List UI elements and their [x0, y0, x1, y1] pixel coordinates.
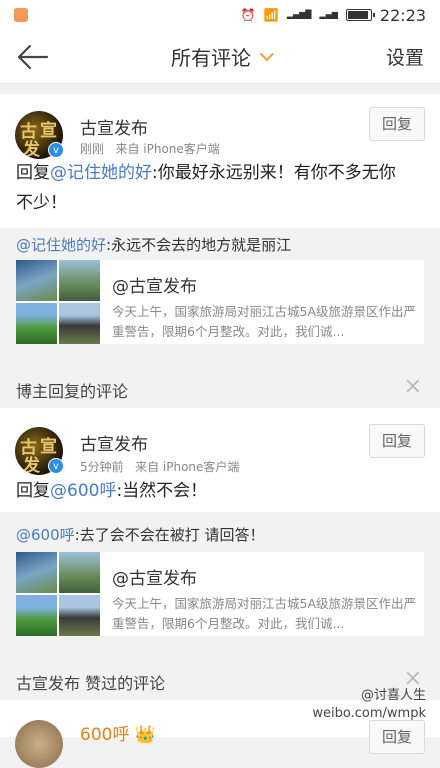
avatar[interactable]	[15, 720, 63, 768]
comment-text: 回复@600呼:当然不会！	[16, 476, 426, 506]
clock: 22:23	[380, 6, 426, 25]
comment-source: 来自 iPhone客户端	[135, 460, 239, 474]
reply-button[interactable]: 回复	[369, 720, 425, 754]
embed-title: @古宣发布	[112, 564, 197, 589]
status-bar: ⏰ 📶 ▂▄▆█ ▂▄▆ 22:23	[0, 0, 440, 30]
post-thumbnails	[16, 260, 100, 344]
section-header: 博主回复的评论 ×	[0, 368, 440, 408]
comment-text: 回复@记住她的好:你最好永远别来！有你不多无你 不少！	[16, 158, 426, 218]
original-post-embed[interactable]: @古宣发布 今天上午，国家旅游局对丽江古城5A级旅游景区作出严重警告，限期6个月…	[16, 552, 424, 636]
embed-description: 今天上午，国家旅游局对丽江古城5A级旅游景区作出严重警告，限期6个月整改。对此，…	[112, 302, 420, 342]
quoted-text: :去了会不会在被打 请回答！	[75, 526, 265, 544]
commenter-name[interactable]: 古宣发布	[80, 114, 148, 139]
comment-meta: 5分钟前 来自 iPhone客户端	[80, 458, 239, 475]
verified-badge-icon: v	[48, 458, 64, 474]
embed-description: 今天上午，国家旅游局对丽江古城5A级旅游景区作出严重警告，限期6个月整改。对此，…	[112, 594, 420, 634]
reply-button[interactable]: 回复	[369, 107, 425, 141]
mention-link[interactable]: @600呼	[16, 526, 75, 544]
comment-filter-dropdown[interactable]: 所有评论	[0, 42, 440, 71]
watermark: @讨喜人生 weibo.com/wmpk	[312, 687, 426, 723]
page-title: 所有评论	[171, 42, 251, 71]
section-title: 古宣发布 赞过的评论	[16, 670, 165, 694]
comment-time: 5分钟前	[80, 460, 124, 474]
settings-button[interactable]: 设置	[386, 43, 424, 70]
vip-crown-icon: 👑	[135, 725, 156, 745]
battery-icon	[346, 9, 372, 21]
quoted-text: :永远不会去的地方就是丽江	[106, 236, 291, 254]
alarm-icon: ⏰	[241, 8, 256, 22]
comment-source: 来自 iPhone客户端	[115, 142, 219, 156]
post-thumbnails	[16, 552, 100, 636]
comment-meta: 刚刚 来自 iPhone客户端	[80, 140, 220, 157]
close-icon[interactable]: ×	[404, 374, 422, 399]
commenter-name[interactable]: 古宣发布	[80, 430, 148, 455]
notification-app-icon	[14, 8, 28, 22]
signal-4g-icon: ▂▄▆█	[287, 11, 312, 19]
comment-time: 刚刚	[80, 142, 104, 156]
embed-title: @古宣发布	[112, 272, 197, 297]
mention-link[interactable]: @600呼	[50, 481, 116, 501]
top-bar: 所有评论 设置	[0, 30, 440, 84]
chevron-down-icon	[260, 47, 274, 61]
quoted-comment[interactable]: @记住她的好:永远不会去的地方就是丽江 @古宣发布 今天上午，国家旅游局对丽江古…	[0, 228, 440, 340]
wifi-icon: 📶	[264, 8, 279, 22]
signal-2g-icon: ▂▄▆	[319, 11, 337, 19]
comment-card: 古 宣 发 v 古宣发布 5分钟前 来自 iPhone客户端 回复 回复@600…	[0, 408, 440, 512]
section-title: 博主回复的评论	[16, 378, 128, 402]
original-post-embed[interactable]: @古宣发布 今天上午，国家旅游局对丽江古城5A级旅游景区作出严重警告，限期6个月…	[16, 260, 424, 344]
commenter-name[interactable]: 600呼 👑	[80, 720, 156, 745]
mention-link[interactable]: @记住她的好	[16, 236, 106, 254]
reply-button[interactable]: 回复	[369, 424, 425, 458]
quoted-comment[interactable]: @600呼:去了会不会在被打 请回答！ @古宣发布 今天上午，国家旅游局对丽江古…	[0, 512, 440, 642]
comment-card: 古 宣 发 v 古宣发布 刚刚 来自 iPhone客户端 回复 回复@记住她的好…	[0, 94, 440, 228]
mention-link[interactable]: @记住她的好	[50, 163, 152, 183]
verified-badge-icon: v	[48, 142, 64, 158]
